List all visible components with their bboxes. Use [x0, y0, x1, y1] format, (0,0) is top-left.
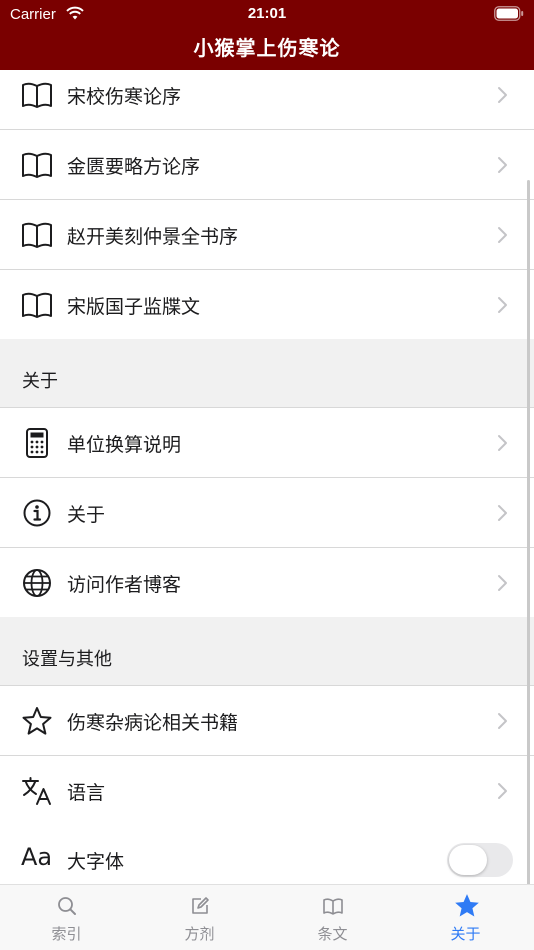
row-label: 访问作者博客 — [67, 574, 182, 596]
info-icon — [23, 499, 51, 527]
font-size-icon: Aa — [21, 843, 53, 871]
calculator-icon — [26, 428, 48, 458]
book-icon — [22, 222, 52, 248]
settings-list[interactable]: 宋校伤寒论序 金匮要略方论序 赵开美刻仲景全书序 宋版国子监牒文 关于 单位换算… — [0, 70, 534, 884]
row-label: 关于 — [67, 504, 106, 526]
row-language[interactable]: 语言 — [0, 756, 534, 826]
chevron-right-icon — [498, 505, 507, 521]
chevron-right-icon — [498, 575, 507, 591]
chevron-right-icon — [498, 435, 507, 451]
status-bar: Carrier 21:01 — [0, 0, 534, 30]
row-label: 宋版国子监牒文 — [67, 296, 201, 318]
book-icon — [22, 292, 52, 318]
row-label: 宋校伤寒论序 — [67, 86, 182, 108]
row-large-font: Aa 大字体 — [0, 825, 534, 884]
tab-bar: 索引 方剂 条文 关于 — [0, 884, 534, 950]
tab-formulas[interactable]: 方剂 — [133, 885, 266, 950]
toggle-knob — [449, 845, 487, 875]
row-label: 大字体 — [67, 851, 125, 873]
chevron-right-icon — [498, 157, 507, 173]
chevron-right-icon — [498, 713, 507, 729]
row-about[interactable]: 关于 — [0, 478, 534, 548]
tab-articles[interactable]: 条文 — [266, 885, 399, 950]
row-unit-conversion[interactable]: 单位换算说明 — [0, 408, 534, 478]
row-label: 赵开美刻仲景全书序 — [67, 226, 239, 248]
row-label: 语言 — [67, 782, 106, 804]
row-related-books[interactable]: 伤寒杂病论相关书籍 — [0, 686, 534, 756]
tab-about[interactable]: 关于 — [399, 885, 532, 950]
section-header-about: 关于 — [0, 339, 534, 408]
section-title: 设置与其他 — [22, 649, 112, 670]
star-icon — [455, 894, 479, 917]
battery-icon — [494, 6, 524, 21]
page-title: 小猴掌上伤寒论 — [193, 36, 341, 60]
navigation-bar: 小猴掌上伤寒论 — [0, 30, 534, 70]
tab-index[interactable]: 索引 — [0, 885, 133, 950]
row-label: 伤寒杂病论相关书籍 — [67, 712, 239, 734]
book-icon — [22, 152, 52, 178]
section-header-settings: 设置与其他 — [0, 617, 534, 686]
star-outline-icon — [22, 707, 52, 735]
section-title: 关于 — [22, 371, 58, 392]
chevron-right-icon — [498, 227, 507, 243]
edit-icon — [192, 897, 209, 914]
tab-label: 条文 — [317, 925, 348, 943]
book-icon — [323, 898, 343, 915]
row-label: 单位换算说明 — [67, 434, 182, 456]
search-icon — [58, 897, 76, 915]
book-icon — [22, 82, 52, 108]
tab-label: 索引 — [51, 925, 82, 943]
globe-icon — [23, 569, 51, 597]
row-zhao-preface[interactable]: 赵开美刻仲景全书序 — [0, 200, 534, 270]
scroll-indicator[interactable] — [527, 180, 530, 884]
chevron-right-icon — [498, 297, 507, 313]
row-label: 金匮要略方论序 — [67, 156, 201, 178]
chevron-right-icon — [498, 87, 507, 103]
row-jingui-preface[interactable]: 金匮要略方论序 — [0, 130, 534, 200]
large-font-toggle[interactable] — [447, 843, 513, 877]
tab-label: 方剂 — [184, 925, 215, 943]
tab-label: 关于 — [450, 925, 481, 943]
clock: 21:01 — [247, 5, 287, 22]
row-song-preface[interactable]: 宋校伤寒论序 — [0, 70, 534, 130]
chevron-right-icon — [498, 783, 507, 799]
translate-icon — [22, 777, 51, 805]
row-author-blog[interactable]: 访问作者博客 — [0, 548, 534, 618]
row-guozijian-document[interactable]: 宋版国子监牒文 — [0, 270, 534, 340]
